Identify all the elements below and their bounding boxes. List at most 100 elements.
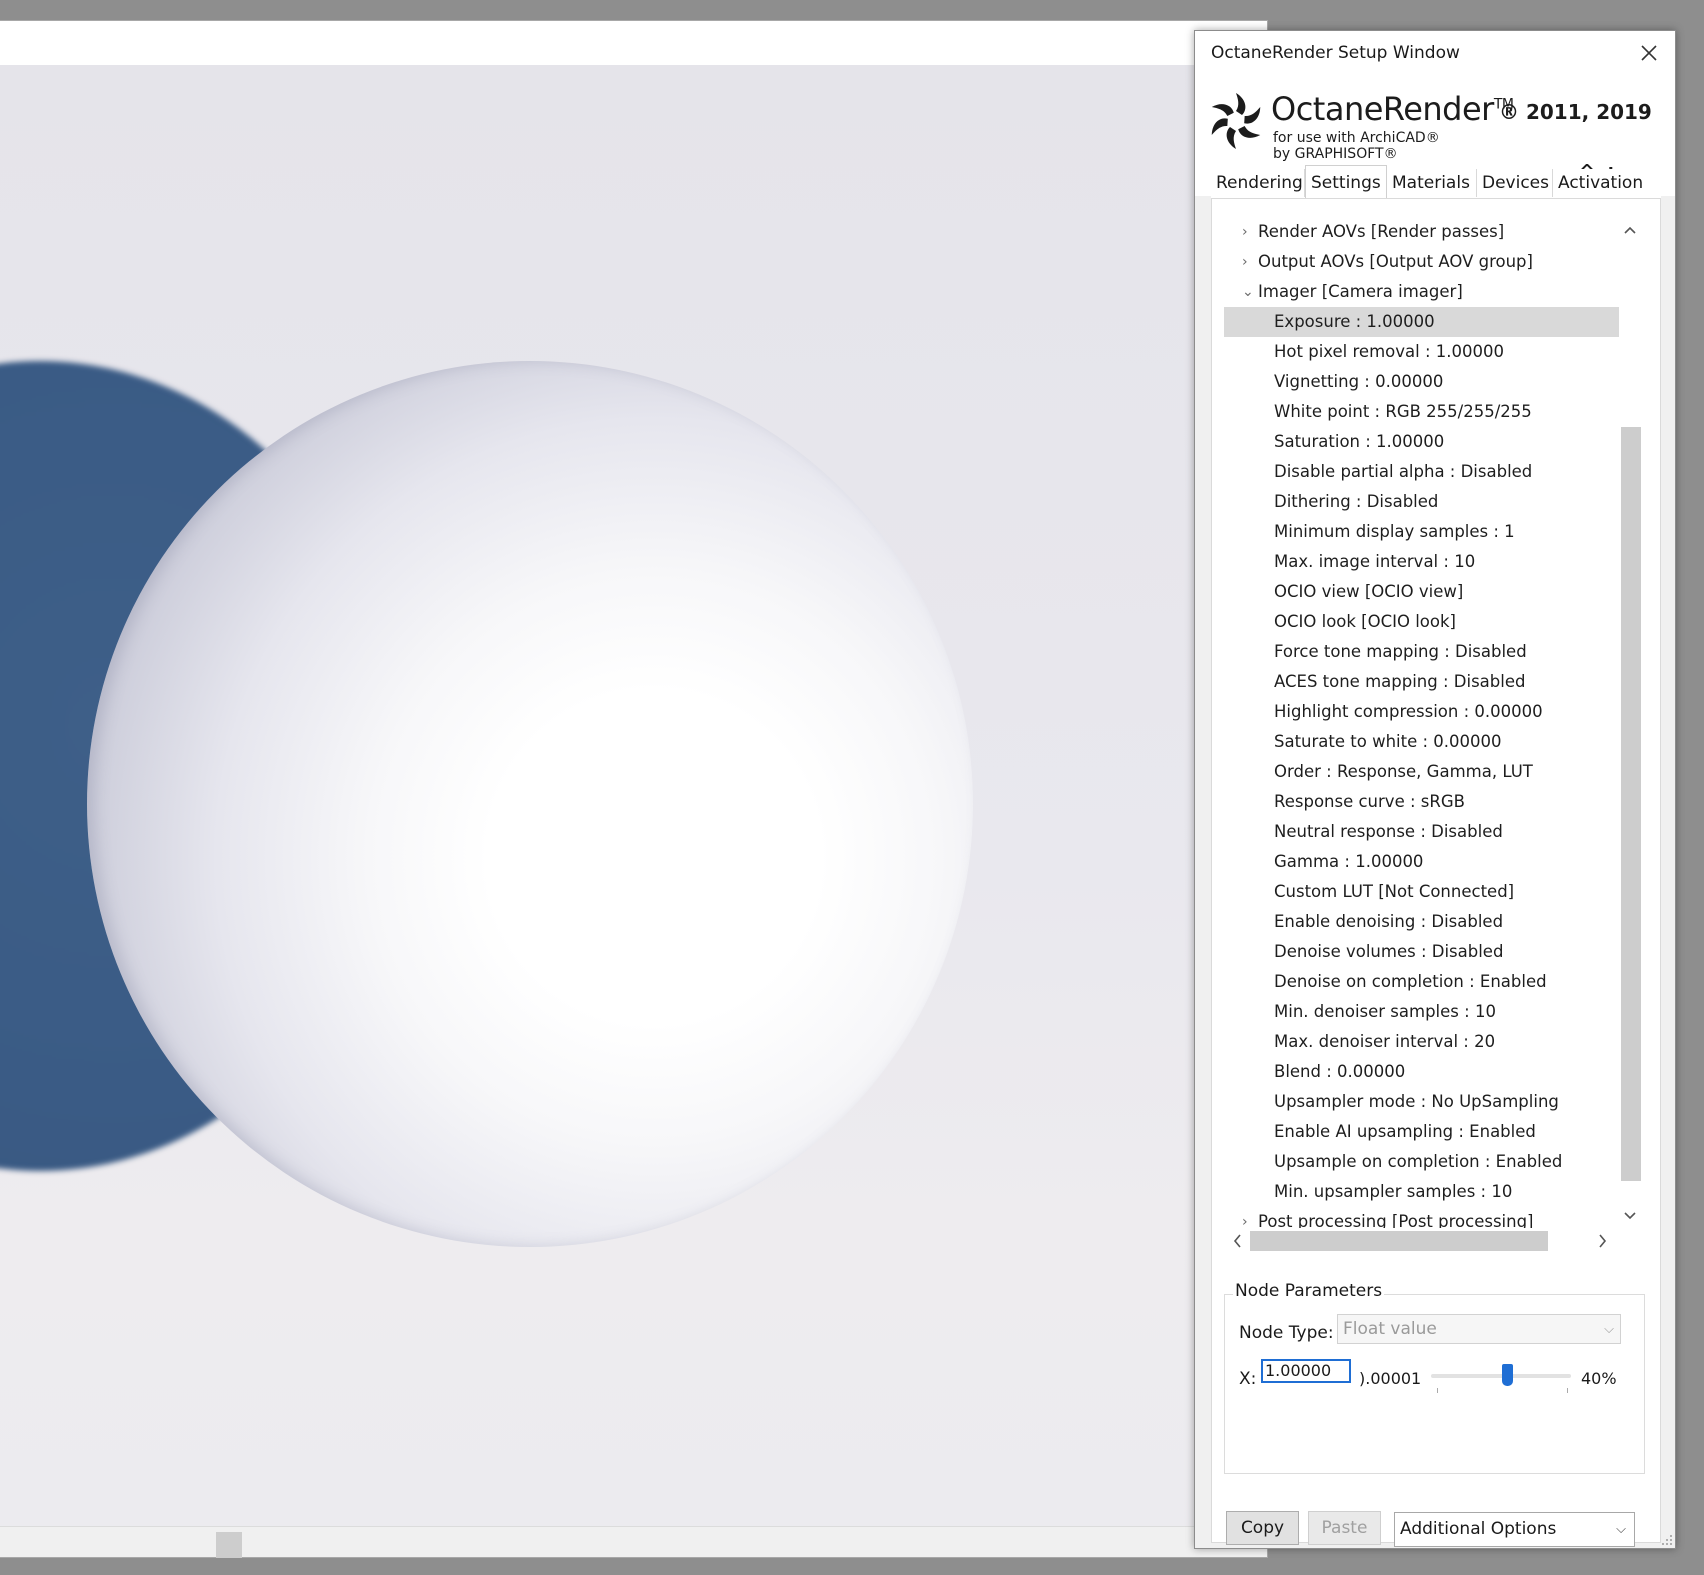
tree-param-row[interactable]: Enable denoising : Disabled [1224, 907, 1619, 937]
copy-button[interactable]: Copy [1226, 1511, 1299, 1545]
tree-param-row[interactable]: Saturate to white : 0.00000 [1224, 727, 1619, 757]
tree-param-row[interactable]: Gamma : 1.00000 [1224, 847, 1619, 877]
tree-row-label: Order : Response, Gamma, LUT [1274, 762, 1533, 781]
scroll-right-icon[interactable] [1594, 1231, 1612, 1251]
node-type-label: Node Type: [1239, 1323, 1334, 1343]
tree-vertical-scrollbar[interactable] [1619, 217, 1641, 1229]
tree-row-label: OCIO look [OCIO look] [1274, 612, 1456, 631]
tree-row-label: Blend : 0.00000 [1274, 1062, 1406, 1081]
tree-param-row[interactable]: Hot pixel removal : 1.00000 [1224, 337, 1619, 367]
collapsed-arrow-icon[interactable]: › [1242, 217, 1254, 247]
tree-param-row[interactable]: Upsample on completion : Enabled [1224, 1147, 1619, 1177]
tree-horizontal-scrollbar[interactable] [1224, 1229, 1619, 1253]
collapsed-arrow-icon[interactable]: › [1242, 1207, 1254, 1228]
settings-tree[interactable]: › Render AOVs [Render passes] › Output AOVs… [1224, 217, 1619, 1228]
paste-button[interactable]: Paste [1308, 1511, 1381, 1545]
tree-param-row[interactable]: Upsampler mode : No UpSampling [1224, 1087, 1619, 1117]
tree-group-row[interactable]: › Post processing [Post processing] [1224, 1207, 1619, 1228]
tree-group-row[interactable]: › Render AOVs [Render passes] [1224, 217, 1619, 247]
horizontal-scroll-thumb[interactable] [1250, 1231, 1548, 1251]
tree-param-row[interactable]: Response curve : sRGB [1224, 787, 1619, 817]
tree-row-label: Denoise on completion : Enabled [1274, 972, 1547, 991]
tree-row-label: Render AOVs [Render passes] [1258, 222, 1505, 241]
slider-tick [1437, 1388, 1438, 1393]
tree-row-label: Imager [Camera imager] [1258, 282, 1463, 301]
tree-row-label: OCIO view [OCIO view] [1274, 582, 1464, 601]
slider-tick [1567, 1388, 1568, 1393]
tab-settings[interactable]: Settings [1305, 165, 1387, 199]
render-view-window [0, 20, 1268, 1558]
tree-param-row[interactable]: Max. denoiser interval : 20 [1224, 1027, 1619, 1057]
tree-param-row[interactable]: OCIO look [OCIO look] [1224, 607, 1619, 637]
tree-param-row[interactable]: Neutral response : Disabled [1224, 817, 1619, 847]
tree-group-row[interactable]: › Output AOVs [Output AOV group] [1224, 247, 1619, 277]
tree-row-label: Gamma : 1.00000 [1274, 852, 1424, 871]
render-titlebar [0, 21, 1267, 65]
additional-options-dropdown[interactable]: Additional Options ⌵ [1394, 1512, 1635, 1547]
resize-grip-icon[interactable] [1661, 1534, 1673, 1546]
collapsed-arrow-icon[interactable]: › [1242, 247, 1254, 277]
tree-row-label: Minimum display samples : 1 [1274, 522, 1515, 541]
tree-param-row[interactable]: Dithering : Disabled [1224, 487, 1619, 517]
x-value-input[interactable]: 1.00000 [1261, 1359, 1351, 1383]
brand-subtitle-2: by GRAPHISOFT® [1273, 146, 1398, 162]
tree-row-label: Upsampler mode : No UpSampling [1274, 1092, 1559, 1111]
x-percent-label: 40% [1581, 1369, 1617, 1388]
tree-param-row[interactable]: Denoise on completion : Enabled [1224, 967, 1619, 997]
tree-group-row[interactable]: ⌄ Imager [Camera imager] [1224, 277, 1619, 307]
tree-param-row[interactable]: Minimum display samples : 1 [1224, 517, 1619, 547]
scroll-left-icon[interactable] [1228, 1231, 1246, 1251]
tree-param-row[interactable]: OCIO view [OCIO view] [1224, 577, 1619, 607]
brand-name-text: OctaneRender [1271, 90, 1494, 128]
tree-row-label: Denoise volumes : Disabled [1274, 942, 1504, 961]
tree-row-label: Exposure : 1.00000 [1274, 312, 1435, 331]
tree-param-row[interactable]: Saturation : 1.00000 [1224, 427, 1619, 457]
tree-row-label: Min. denoiser samples : 10 [1274, 1002, 1496, 1021]
scroll-up-icon[interactable] [1621, 219, 1639, 241]
vertical-scroll-thumb[interactable] [1621, 427, 1641, 1181]
tree-param-row[interactable]: Min. denoiser samples : 10 [1224, 997, 1619, 1027]
node-type-select[interactable]: Float value ⌵ [1337, 1314, 1621, 1344]
brand-copyright: ® 2011, 2019 [1499, 100, 1652, 124]
tree-param-row[interactable]: Force tone mapping : Disabled [1224, 637, 1619, 667]
expanded-arrow-icon[interactable]: ⌄ [1242, 277, 1254, 307]
tree-param-row[interactable]: Blend : 0.00000 [1224, 1057, 1619, 1087]
tab-devices[interactable]: Devices [1477, 169, 1553, 197]
tree-param-row[interactable]: Min. upsampler samples : 10 [1224, 1177, 1619, 1207]
tab-activation[interactable]: Activation [1553, 169, 1645, 197]
tree-param-row[interactable]: Enable AI upsampling : Enabled [1224, 1117, 1619, 1147]
render-horizontal-scrollbar[interactable] [0, 1526, 1267, 1558]
tree-row-label: Neutral response : Disabled [1274, 822, 1503, 841]
tree-param-row[interactable]: Custom LUT [Not Connected] [1224, 877, 1619, 907]
tree-param-row[interactable]: Exposure : 1.00000 [1224, 307, 1619, 337]
brand-subtitle-1: for use with ArchiCAD® [1273, 130, 1440, 146]
tree-param-row[interactable]: Order : Response, Gamma, LUT [1224, 757, 1619, 787]
tree-param-row[interactable]: Denoise volumes : Disabled [1224, 937, 1619, 967]
tree-param-row[interactable]: Highlight compression : 0.00000 [1224, 697, 1619, 727]
octane-setup-window: OctaneRender Setup Window OctaneRenderTM… [1194, 30, 1676, 1549]
tree-row-label: Min. upsampler samples : 10 [1274, 1182, 1513, 1201]
x-slider-thumb[interactable] [1501, 1364, 1513, 1386]
brand-name: OctaneRenderTM [1271, 90, 1514, 128]
tree-row-label: Enable denoising : Disabled [1274, 912, 1504, 931]
tree-row-label: White point : RGB 255/255/255 [1274, 402, 1532, 421]
tree-param-row[interactable]: Disable partial alpha : Disabled [1224, 457, 1619, 487]
tab-rendering[interactable]: Rendering [1211, 169, 1305, 197]
tree-param-row[interactable]: Vignetting : 0.00000 [1224, 367, 1619, 397]
tree-row-label: Highlight compression : 0.00000 [1274, 702, 1543, 721]
tree-row-label: Hot pixel removal : 1.00000 [1274, 342, 1504, 361]
tab-materials[interactable]: Materials [1387, 169, 1477, 197]
tree-row-label: Saturation : 1.00000 [1274, 432, 1445, 451]
render-viewport[interactable] [0, 65, 1267, 1527]
tree-row-label: Custom LUT [Not Connected] [1274, 882, 1515, 901]
render-scrollbar-thumb[interactable] [216, 1532, 242, 1558]
additional-options-label: Additional Options [1400, 1519, 1557, 1539]
scroll-down-icon[interactable] [1621, 1205, 1639, 1227]
tree-param-row[interactable]: ACES tone mapping : Disabled [1224, 667, 1619, 697]
tree-row-label: Max. denoiser interval : 20 [1274, 1032, 1496, 1051]
close-icon[interactable] [1633, 37, 1665, 69]
tree-row-label: Post processing [Post processing] [1258, 1212, 1534, 1228]
tree-param-row[interactable]: Max. image interval : 10 [1224, 547, 1619, 577]
tree-param-row[interactable]: White point : RGB 255/255/255 [1224, 397, 1619, 427]
tab-bar: Rendering Settings Materials Devices Act… [1211, 165, 1661, 199]
